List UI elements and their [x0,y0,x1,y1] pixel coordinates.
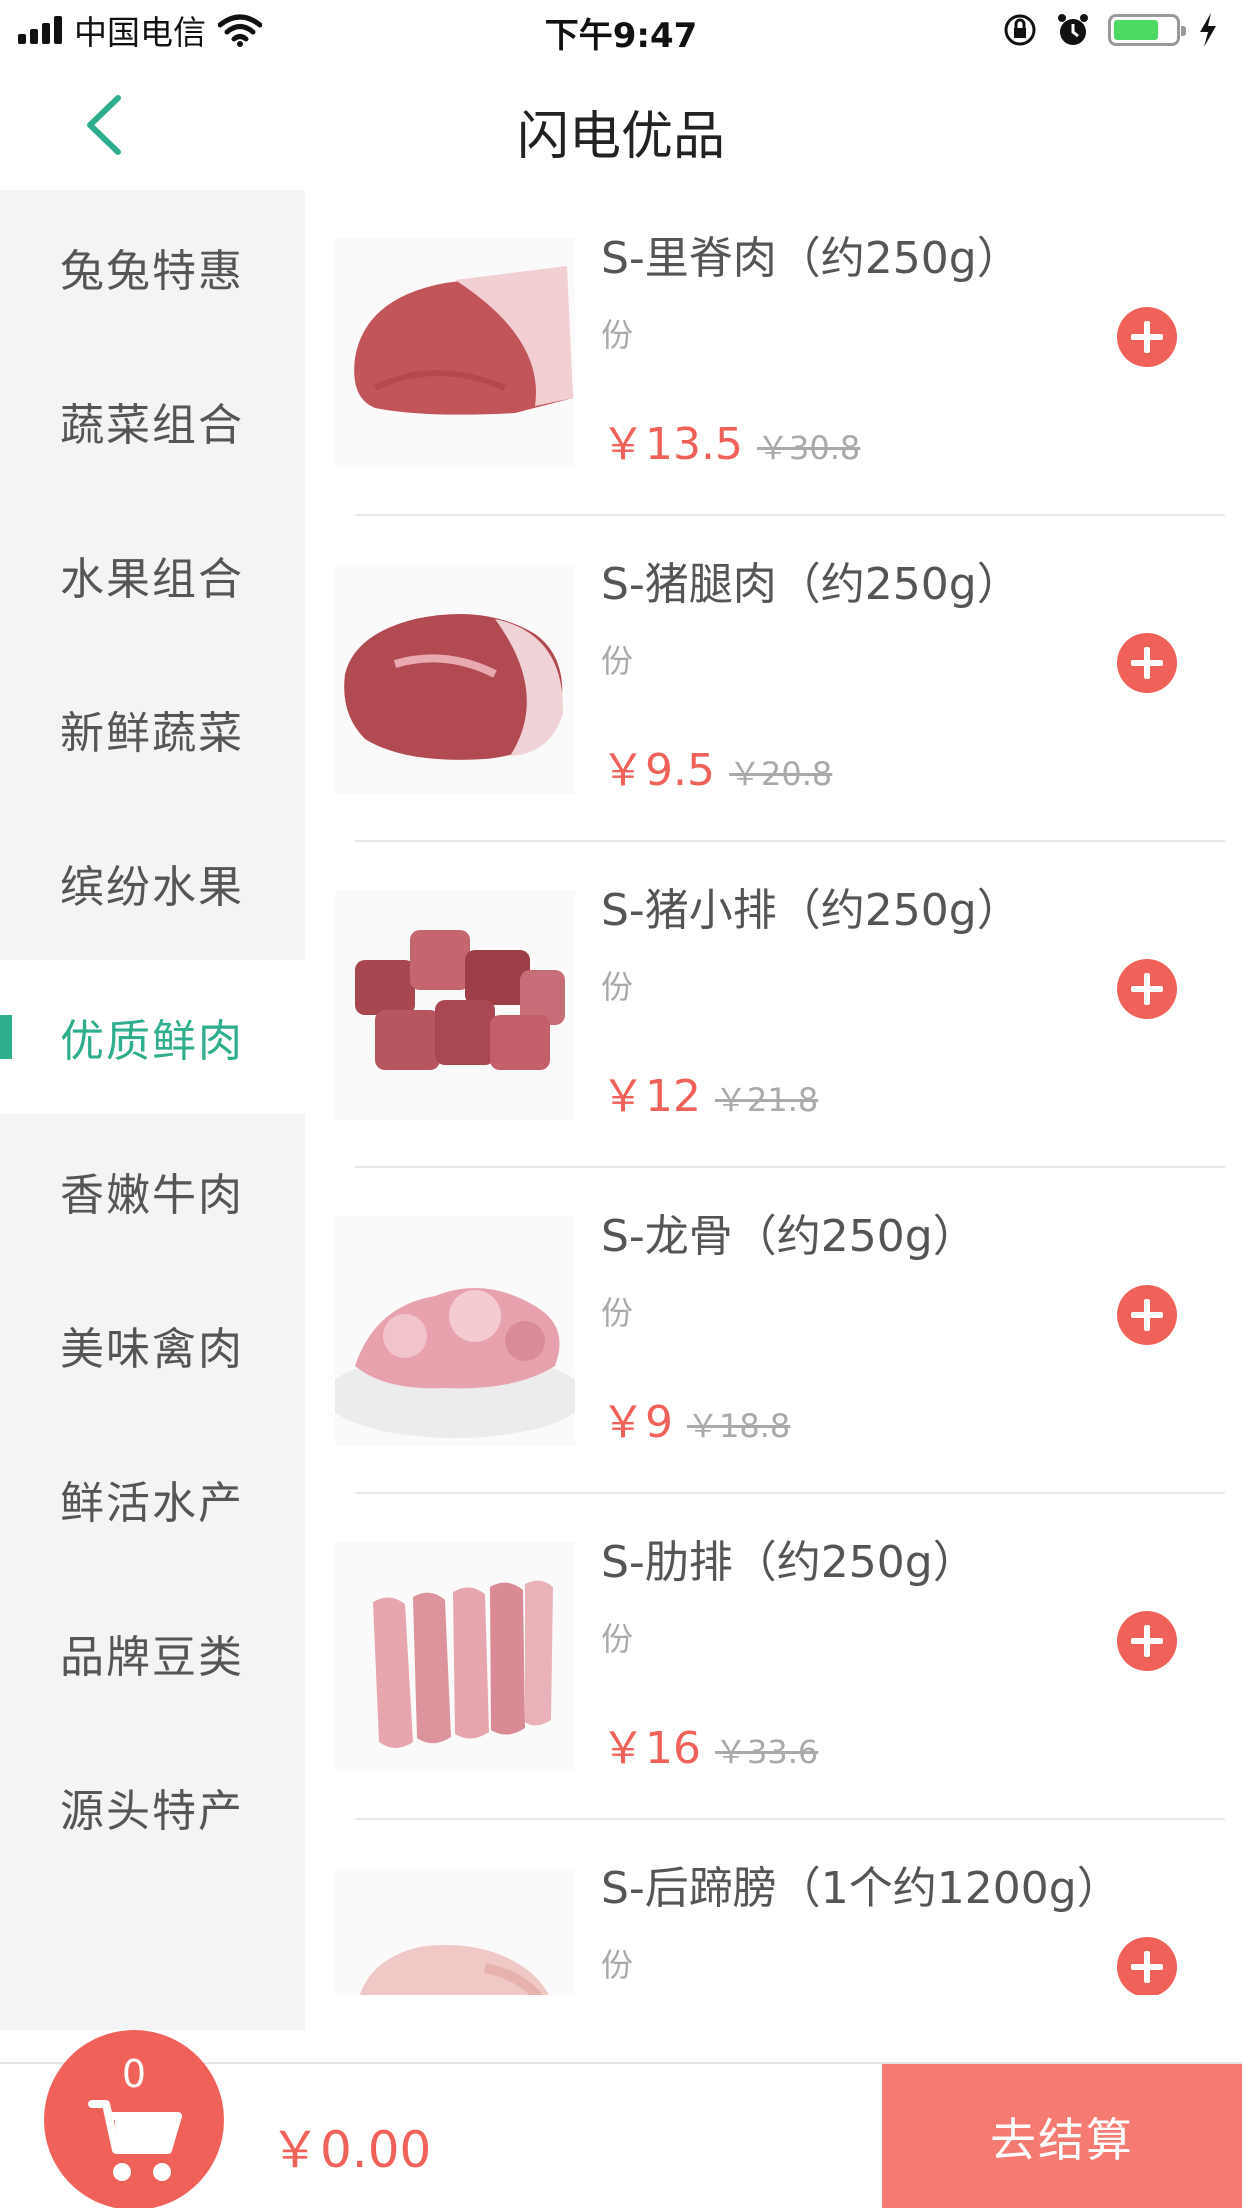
product-unit: 份 [601,316,634,354]
active-indicator [0,1015,12,1059]
product-item[interactable]: S-后蹄膀（1个约1200g） 份 [305,1820,1225,1995]
product-name: S-里脊肉（约250g） [601,233,1021,284]
sidebar-item-label: 优质鲜肉 [60,1016,244,1067]
product-item[interactable]: S-肋排（约250g） 份 ￥16 ￥33.6 [305,1494,1225,1820]
sidebar-item-fresh-meat[interactable]: 优质鲜肉 [0,960,305,1114]
product-unit: 份 [601,1294,634,1332]
sidebar-item-label: 新鲜蔬菜 [60,708,244,759]
price-original: ￥33.6 [715,1733,819,1771]
sidebar-item-label: 香嫩牛肉 [60,1170,244,1221]
product-price: ￥9 ￥18.8 [601,1386,790,1450]
checkout-button[interactable]: 去结算 [882,2064,1242,2208]
sidebar-item-beef[interactable]: 香嫩牛肉 [0,1114,305,1268]
cart-total: ￥0.00 [270,2121,432,2179]
sidebar-item-veg-combo[interactable]: 蔬菜组合 [0,344,305,498]
sidebar-item-label: 缤纷水果 [60,862,244,913]
product-name: S-肋排（约250g） [601,1537,977,1588]
sidebar-item-specialty[interactable]: 源头特产 [0,1730,305,1884]
category-sidebar: 兔兔特惠 蔬菜组合 水果组合 新鲜蔬菜 缤纷水果 优质鲜肉 香嫩牛肉 美味禽肉 … [0,190,305,2030]
cart-bar: 0 ￥0.00 去结算 [0,2030,1242,2208]
product-unit: 份 [601,642,634,680]
product-name: S-猪小排（约250g） [601,885,1021,936]
sidebar-item-beans[interactable]: 品牌豆类 [0,1576,305,1730]
cart-count-badge: 0 [121,2052,147,2096]
page-title: 闪电优品 [516,107,725,167]
price-original: ￥30.8 [756,429,861,467]
product-name: S-猪腿肉（约250g） [601,559,1021,610]
alarm-icon [1058,14,1088,45]
add-to-cart-button[interactable] [1117,1611,1177,1671]
product-price: ￥16 ￥33.6 [601,1712,818,1776]
product-image [335,890,575,1120]
sidebar-item-fruits[interactable]: 缤纷水果 [0,806,305,960]
product-item[interactable]: S-猪小排（约250g） 份 ￥12 ￥21.8 [305,842,1225,1168]
add-to-cart-button[interactable] [1117,1937,1177,1995]
product-unit: 份 [601,968,634,1006]
price-current: ￥13.5 [601,419,743,470]
product-image [335,564,575,794]
sidebar-item-seafood[interactable]: 鲜活水产 [0,1422,305,1576]
sidebar-item-label: 水果组合 [60,554,244,605]
product-price: ￥13.5 ￥30.8 [601,408,860,472]
product-image [335,238,575,468]
nav-bar: 闪电优品 [0,60,1242,190]
sidebar-item-label: 鲜活水产 [60,1478,244,1529]
product-item[interactable]: S-猪腿肉（约250g） 份 ￥9.5 ￥20.8 [305,516,1225,842]
price-original: ￥18.8 [687,1407,791,1445]
product-item[interactable]: S-龙骨（约250g） 份 ￥9 ￥18.8 [305,1168,1225,1494]
add-to-cart-button[interactable] [1117,959,1177,1019]
product-unit: 份 [601,1620,634,1658]
product-name: S-龙骨（约250g） [601,1211,977,1262]
product-unit: 份 [601,1946,634,1984]
price-current: ￥16 [601,1723,701,1774]
sidebar-item-fresh-veg[interactable]: 新鲜蔬菜 [0,652,305,806]
sidebar-item-label: 蔬菜组合 [60,400,244,451]
status-right [1002,10,1218,50]
sidebar-item-label: 美味禽肉 [60,1324,244,1375]
sidebar-item-poultry[interactable]: 美味禽肉 [0,1268,305,1422]
battery-icon [1108,14,1186,46]
shopping-cart-icon [88,2100,182,2181]
add-to-cart-button[interactable] [1117,633,1177,693]
add-to-cart-button[interactable] [1117,1285,1177,1345]
product-item[interactable]: S-里脊肉（约250g） 份 ￥13.5 ￥30.8 [305,190,1225,516]
product-image [335,1216,575,1446]
product-price: ￥12 ￥21.8 [601,1060,818,1124]
price-original: ￥21.8 [715,1081,819,1119]
sidebar-item-tutu-deals[interactable]: 兔兔特惠 [0,190,305,344]
product-list: S-里脊肉（约250g） 份 ￥13.5 ￥30.8 S-猪腿肉（约250g） 份… [305,190,1225,1995]
product-image [335,1542,575,1772]
sidebar-item-fruit-combo[interactable]: 水果组合 [0,498,305,652]
add-to-cart-button[interactable] [1117,307,1177,367]
rotation-lock-icon [1004,14,1036,46]
status-bar: 中国电信 下午9:47 [0,0,1242,60]
product-image [335,1868,575,1995]
price-current: ￥12 [601,1071,701,1122]
charging-icon [1200,13,1216,47]
sidebar-item-label: 兔兔特惠 [60,246,244,297]
price-current: ￥9.5 [601,745,715,796]
sidebar-item-label: 品牌豆类 [60,1632,244,1683]
price-current: ￥9 [601,1397,673,1448]
price-original: ￥20.8 [728,755,833,793]
product-name: S-后蹄膀（1个约1200g） [601,1863,1121,1914]
sidebar-item-label: 源头特产 [60,1786,244,1837]
cart-button[interactable]: 0 [44,2030,224,2208]
product-price: ￥9.5 ￥20.8 [601,734,832,798]
